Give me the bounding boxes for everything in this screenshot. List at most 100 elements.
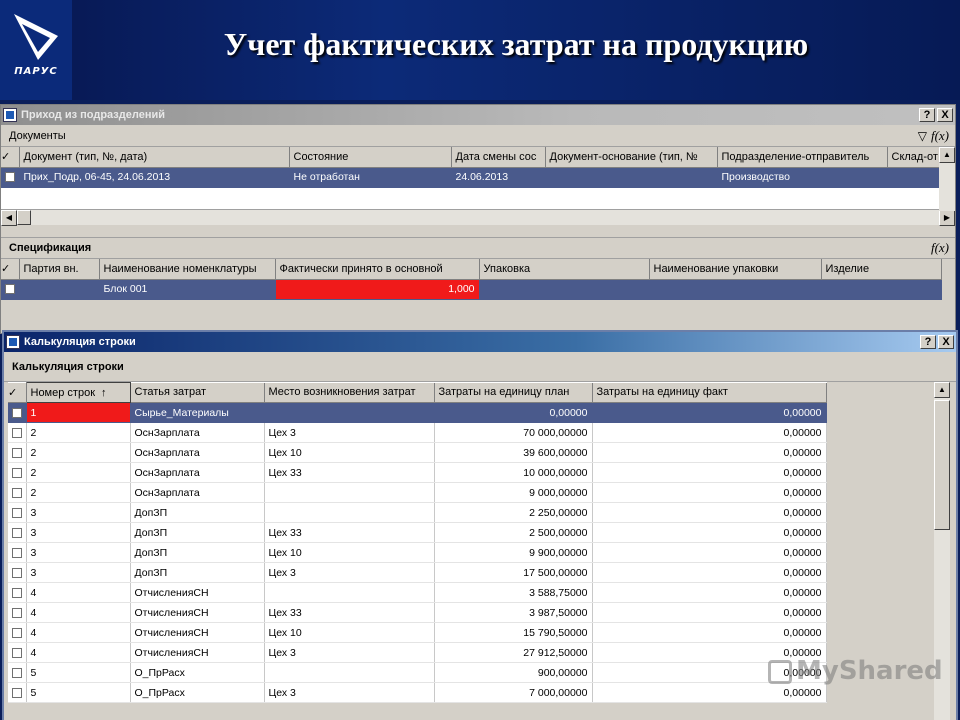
table-row[interactable]: 2 ОснЗарплата Цех 10 39 600,00000 0,00000 (8, 442, 827, 463)
column-header[interactable]: Фактически принято в основной (275, 259, 480, 280)
checkbox[interactable] (11, 587, 22, 598)
table-row[interactable]: Прих_Подр, 06-45, 24.06.2013 Не отработа… (1, 167, 942, 188)
checkbox[interactable] (11, 607, 22, 618)
column-header[interactable]: Изделие (821, 259, 942, 280)
checkbox[interactable] (11, 447, 22, 458)
window-receipts: Приход из подразделений ? X Документы ▽ … (0, 104, 956, 334)
checkbox[interactable] (11, 507, 22, 518)
scroll-up-icon[interactable]: ▲ (934, 382, 950, 398)
row-checkbox[interactable] (8, 582, 27, 603)
check-all-column[interactable]: ✓ (1, 147, 20, 168)
check-all-column[interactable]: ✓ (8, 382, 27, 403)
window-receipts-titlebar[interactable]: Приход из подразделений ? X (1, 105, 955, 125)
table-row[interactable]: 4 ОтчисленияСН Цех 33 3 987,50000 0,00000 (8, 602, 827, 623)
table-row[interactable]: 2 ОснЗарплата Цех 33 10 000,00000 0,00000 (8, 462, 827, 483)
documents-hscroll[interactable]: ◀ ▶ (1, 209, 955, 226)
row-checkbox[interactable] (8, 682, 27, 703)
checkbox[interactable] (4, 284, 15, 295)
scroll-thumb[interactable] (934, 400, 950, 530)
table-row[interactable]: 1 Сырье_Материалы 0,00000 0,00000 (8, 402, 827, 423)
checkbox[interactable] (11, 627, 22, 638)
help-button[interactable]: ? (919, 108, 935, 122)
column-header[interactable]: Склад-от (887, 147, 942, 168)
column-header-row-number[interactable]: Номер строк ↑ (25, 382, 131, 403)
cost-place-cell: Цех 3 (264, 642, 435, 663)
fx-icon[interactable]: f(x) (931, 240, 949, 256)
close-button[interactable]: X (937, 108, 953, 122)
column-header[interactable]: Статья затрат (130, 382, 265, 403)
scroll-left-icon[interactable]: ◀ (1, 210, 17, 226)
filter-icon[interactable]: ▽ (918, 129, 927, 143)
sort-arrow-icon[interactable]: ↑ (101, 387, 107, 399)
row-checkbox[interactable] (8, 422, 27, 443)
checkbox[interactable] (4, 172, 15, 183)
table-row[interactable]: 3 ДопЗП Цех 3 17 500,00000 0,00000 (8, 562, 827, 583)
fx-icon[interactable]: f(x) (931, 128, 949, 144)
column-header[interactable]: Документ (тип, №, дата) (19, 147, 290, 168)
row-checkbox[interactable] (8, 462, 27, 483)
row-checkbox[interactable] (8, 562, 27, 583)
row-checkbox[interactable] (1, 279, 20, 300)
scroll-up-icon[interactable]: ▲ (939, 147, 955, 163)
row-checkbox[interactable] (8, 622, 27, 643)
column-header[interactable]: Наименование номенклатуры (99, 259, 276, 280)
table-row[interactable]: 5 О_ПрРасх Цех 37 000,00000 0,00000 (8, 682, 827, 703)
checkbox[interactable] (11, 487, 22, 498)
table-row[interactable]: Блок 001 1,000 (1, 279, 942, 300)
checkbox[interactable] (11, 567, 22, 578)
checkbox[interactable] (11, 547, 22, 558)
table-row[interactable]: 4 ОтчисленияСН Цех 3 27 912,50000 0,00000 (8, 642, 827, 663)
row-checkbox[interactable] (8, 522, 27, 543)
row-checkbox[interactable] (8, 482, 27, 503)
row-checkbox[interactable] (8, 442, 27, 463)
column-header[interactable]: Партия вн. (19, 259, 100, 280)
documents-header-row: ✓ Документ (тип, №, дата) Состояние Дата… (1, 147, 942, 168)
calc-section-bar: Калькуляция строки (4, 352, 956, 382)
column-header[interactable]: Документ-основание (тип, № (545, 147, 718, 168)
scroll-thumb[interactable] (17, 210, 31, 225)
row-checkbox[interactable] (1, 167, 20, 188)
column-header[interactable]: Место возникновения затрат (264, 382, 435, 403)
row-checkbox[interactable] (8, 662, 27, 683)
base-cell (545, 167, 718, 188)
checkbox[interactable] (11, 407, 22, 418)
column-header[interactable]: Дата смены сос (451, 147, 546, 168)
row-checkbox[interactable] (8, 642, 27, 663)
column-header[interactable]: Наименование упаковки (649, 259, 822, 280)
checkbox[interactable] (11, 647, 22, 658)
documents-vscroll[interactable]: ▲ (939, 147, 955, 211)
row-checkbox[interactable] (8, 602, 27, 623)
checkbox[interactable] (11, 467, 22, 478)
table-row[interactable]: 4 ОтчисленияСН 3 588,75000 0,00000 (8, 582, 827, 603)
close-button[interactable]: X (938, 335, 954, 349)
checkbox[interactable] (11, 427, 22, 438)
table-row[interactable]: 4 ОтчисленияСН Цех 10 15 790,50000 0,00000 (8, 622, 827, 643)
table-row[interactable]: 2 ОснЗарплата 9 000,00000 0,00000 (8, 482, 827, 503)
window-calculation-titlebar[interactable]: Калькуляция строки ? X (4, 332, 956, 352)
fact-cost-cell: 0,00000 (592, 582, 827, 603)
checkbox[interactable] (11, 667, 22, 678)
checkbox[interactable] (11, 687, 22, 698)
column-header[interactable]: Упаковка (479, 259, 650, 280)
cost-place-cell (264, 482, 435, 503)
scroll-right-icon[interactable]: ▶ (939, 210, 955, 226)
column-header[interactable]: Затраты на единицу план (434, 382, 593, 403)
column-header[interactable]: Подразделение-отправитель (717, 147, 888, 168)
table-row[interactable]: 3 ДопЗП Цех 10 9 900,00000 0,00000 (8, 542, 827, 563)
column-header[interactable]: Затраты на единицу факт (592, 382, 827, 403)
slide-title: Учет фактических затрат на продукцию (223, 26, 809, 62)
window-icon (3, 108, 17, 122)
table-row[interactable]: 3 ДопЗП Цех 33 2 500,00000 0,00000 (8, 522, 827, 543)
column-header[interactable]: Состояние (289, 147, 452, 168)
table-row[interactable]: 5 О_ПрРасх 900,00000 0,00000 (8, 662, 827, 683)
check-all-column[interactable]: ✓ (1, 259, 20, 280)
table-row[interactable]: 2 ОснЗарплата Цех 3 70 000,00000 0,00000 (8, 422, 827, 443)
table-row[interactable]: 3 ДопЗП 2 250,00000 0,00000 (8, 502, 827, 523)
scroll-track[interactable] (31, 210, 939, 225)
row-checkbox[interactable] (8, 502, 27, 523)
row-checkbox[interactable] (8, 542, 27, 563)
help-button[interactable]: ? (920, 335, 936, 349)
qty-cell[interactable]: 1,000 (275, 279, 480, 300)
checkbox[interactable] (11, 527, 22, 538)
row-checkbox[interactable] (8, 402, 27, 423)
